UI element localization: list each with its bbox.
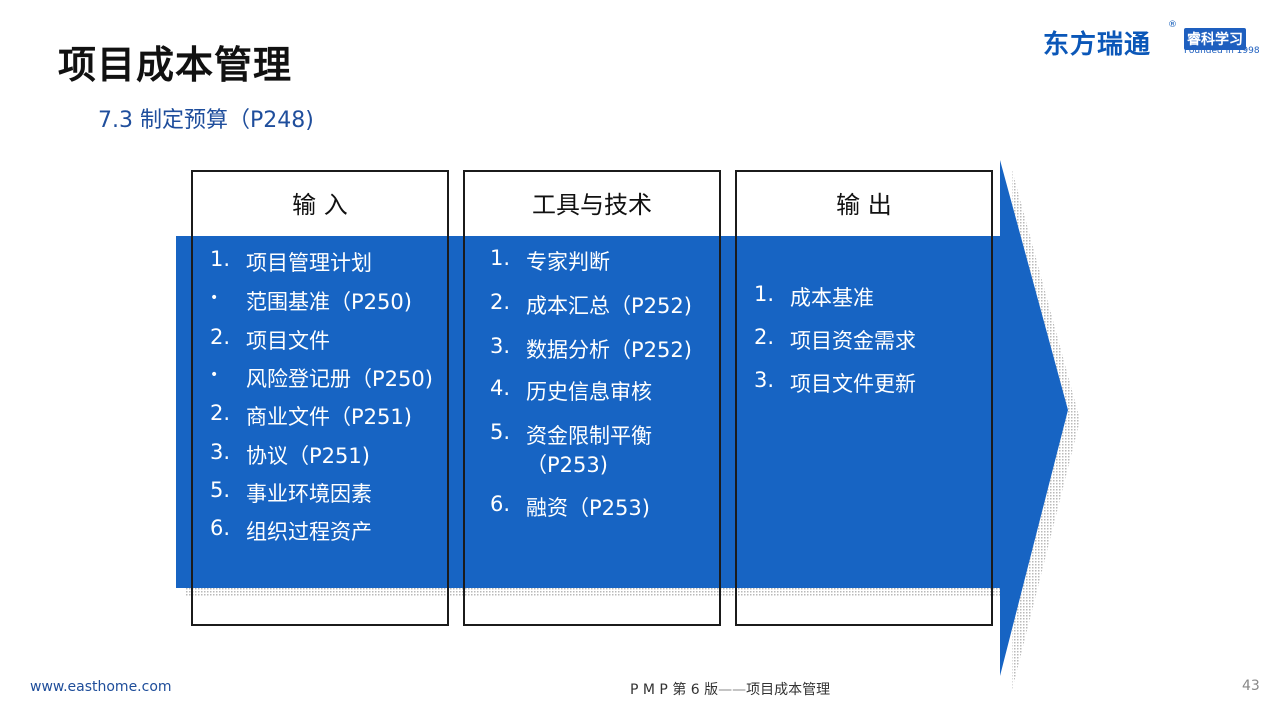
output-list: 1. 成本基准 2. 项目资金需求 3. 项目文件更新 xyxy=(754,282,916,396)
tools-list: 1. 专家判断 2. 成本汇总（P252) 3. 数据分析（P252) 4. 历史信息审… xyxy=(490,246,692,520)
output-heading: 输 出 xyxy=(737,172,991,233)
input-heading: 输 入 xyxy=(193,172,447,233)
footer-website: www.easthome.com xyxy=(30,679,172,695)
footer-dash: —— xyxy=(718,682,747,698)
input-list: 1. 项目管理计划 • 范围基准（P250) 2. 项目文件 • 风险登记册（P250)… xyxy=(210,247,433,544)
footer-course-name: P M P 第 6 版 xyxy=(630,682,719,698)
footer-course-topic: 项目成本管理 xyxy=(746,682,831,698)
process-diagram: 输 入 工具与技术 输 出 1. 项目管理计划 • 范围基准（P250) 2. 项目文… xyxy=(0,0,1280,720)
page-number: 43 xyxy=(1242,678,1260,694)
footer-course: P M P 第 6 版——项目成本管理 xyxy=(630,679,830,699)
tools-heading: 工具与技术 xyxy=(465,172,719,233)
